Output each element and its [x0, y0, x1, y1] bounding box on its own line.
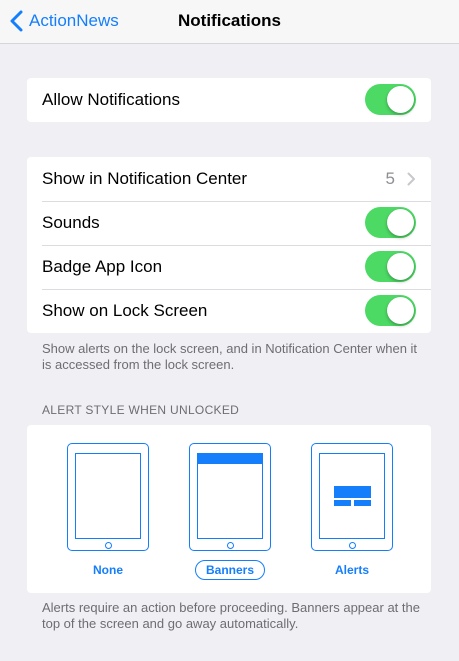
alert-dialog-body	[334, 486, 371, 498]
none-label-text: None	[93, 563, 123, 577]
chevron-right-icon	[407, 172, 415, 186]
toggle-knob	[387, 209, 414, 236]
lock-screen-row: Show on Lock Screen	[27, 289, 431, 333]
sounds-toggle[interactable]	[365, 207, 416, 238]
sounds-label: Sounds	[42, 213, 100, 232]
toggle-knob	[387, 253, 414, 280]
notification-center-count: 5	[385, 169, 395, 188]
banner-bar	[198, 454, 262, 464]
tablet-icon	[67, 443, 149, 551]
allow-notifications-group: Allow Notifications	[27, 78, 431, 122]
alert-style-none-label: None	[66, 563, 150, 577]
tablet-home-button	[227, 542, 234, 549]
sounds-row: Sounds	[27, 201, 431, 245]
alert-style-picker: None Banners Alerts	[27, 425, 431, 593]
badge-app-icon-label: Badge App Icon	[42, 257, 163, 276]
banners-label-text: Banners	[194, 560, 266, 580]
notification-center-row[interactable]: Show in Notification Center 5	[27, 157, 431, 201]
alert-style-alerts-label: Alerts	[310, 563, 394, 577]
lock-screen-label: Show on Lock Screen	[42, 301, 208, 320]
lock-screen-footer: Show alerts on the lock screen, and in N…	[42, 341, 418, 372]
alert-style-none[interactable]: None	[66, 443, 150, 583]
allow-notifications-label: Allow Notifications	[42, 90, 180, 109]
page-title: Notifications	[178, 11, 281, 30]
tablet-screen	[75, 453, 141, 539]
tablet-screen	[197, 453, 263, 539]
alert-dialog-shape	[334, 486, 371, 506]
alert-dialog-button-right	[354, 500, 371, 506]
lock-screen-toggle[interactable]	[365, 295, 416, 326]
tablet-home-button	[105, 542, 112, 549]
toggle-knob	[387, 297, 414, 324]
tablet-home-button	[349, 542, 356, 549]
alert-dialog-button-left	[334, 500, 351, 506]
badge-app-icon-row: Badge App Icon	[27, 245, 431, 289]
allow-notifications-row: Allow Notifications	[27, 78, 431, 122]
badge-app-icon-toggle[interactable]	[365, 251, 416, 282]
notification-center-value: 5	[386, 169, 416, 189]
alert-style-header: ALERT STYLE WHEN UNLOCKED	[42, 403, 240, 417]
tablet-screen	[319, 453, 385, 539]
allow-notifications-toggle[interactable]	[365, 84, 416, 115]
alert-style-footer: Alerts require an action before proceedi…	[42, 600, 420, 631]
navigation-bar: ActionNews Notifications	[0, 0, 459, 44]
notification-center-label: Show in Notification Center	[42, 169, 248, 188]
tablet-alert-icon	[311, 443, 393, 551]
alert-style-banners-label: Banners	[188, 560, 272, 580]
tablet-banner-icon	[189, 443, 271, 551]
toggle-knob	[387, 86, 414, 113]
alerts-label-text: Alerts	[334, 563, 369, 577]
alert-style-alerts[interactable]: Alerts	[310, 443, 394, 583]
notification-settings-group: Show in Notification Center 5 Sounds Bad…	[27, 157, 431, 333]
alert-style-banners[interactable]: Banners	[188, 443, 272, 583]
